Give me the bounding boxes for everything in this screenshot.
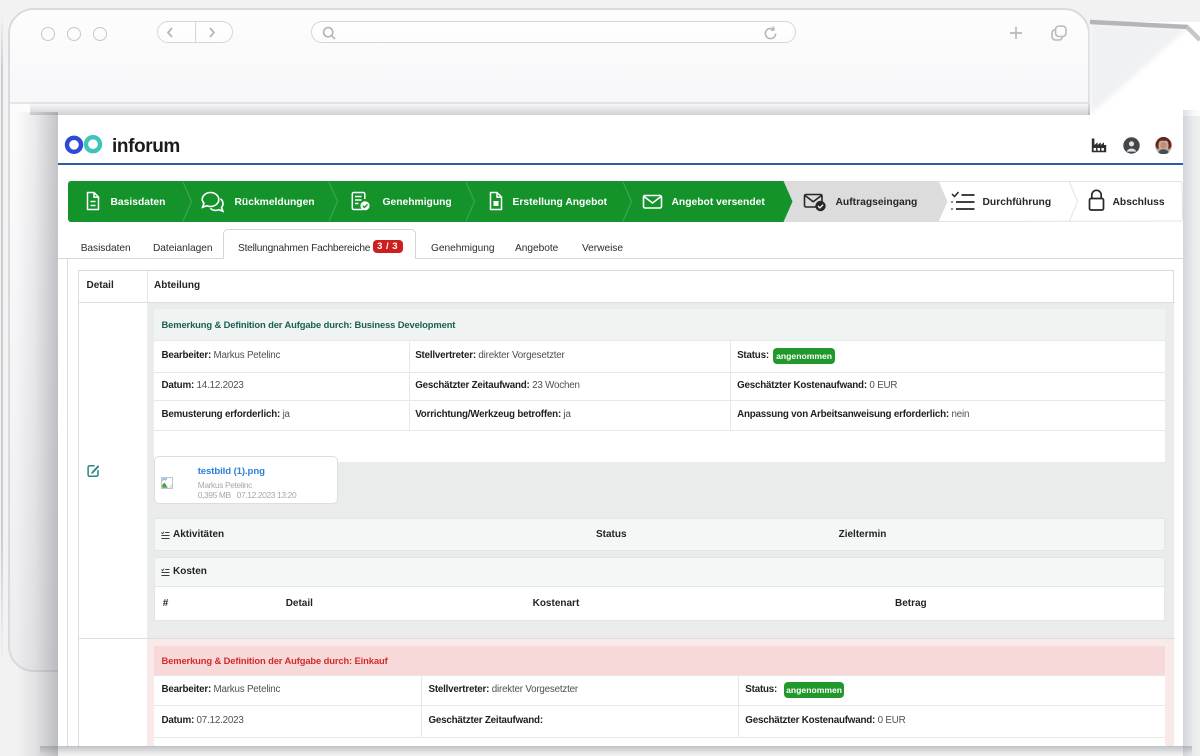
svg-text:Rückmeldungen: Rückmeldungen <box>234 197 314 208</box>
svg-text:Basisdaten: Basisdaten <box>110 197 165 208</box>
svg-text:Auftragseingang: Auftragseingang <box>835 197 917 208</box>
svg-text:Angebot versendet: Angebot versendet <box>671 197 765 208</box>
svg-text:Durchführung: Durchführung <box>982 197 1051 208</box>
svg-text:Erstellung Angebot: Erstellung Angebot <box>512 197 607 208</box>
svg-text:Abschluss: Abschluss <box>1112 197 1164 208</box>
svg-text:Genehmigung: Genehmigung <box>382 197 451 208</box>
